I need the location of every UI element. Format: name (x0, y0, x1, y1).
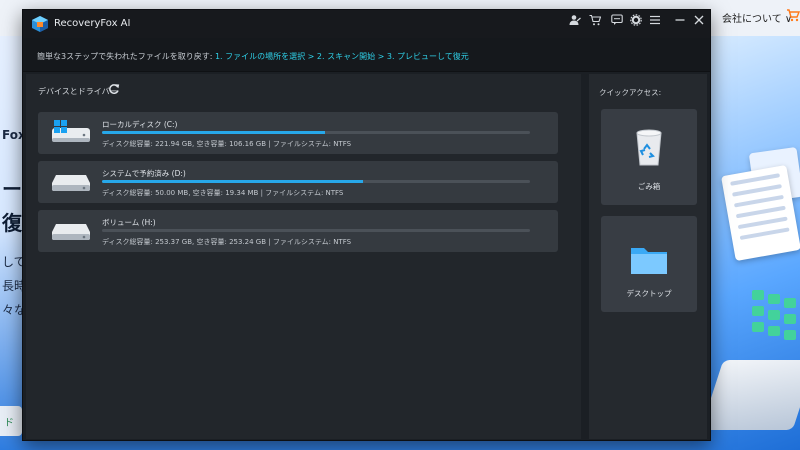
hard-drive-icon (52, 175, 90, 191)
devices-panel: デバイスとドライバー ローカルディスク (C:) ディスク総容量: 221.94… (26, 74, 581, 439)
quick-access-label: ごみ箱 (637, 182, 661, 191)
quick-access-desktop[interactable]: デスクトップ (601, 216, 697, 312)
account-icon[interactable] (566, 14, 584, 32)
drive-name: ボリューム (H:) (102, 218, 156, 227)
drive-name: システムで予約済み (D:) (102, 169, 186, 178)
drive-item-d[interactable]: システムで予約済み (D:) ディスク総容量: 50.00 MB, 空き容量: … (38, 161, 558, 203)
drive-usage-fill (102, 180, 364, 183)
recycle-bin-icon (636, 129, 662, 166)
drive-item-h[interactable]: ボリューム (H:) ディスク総容量: 253.37 GB, 空き容量: 253… (38, 210, 558, 252)
refresh-icon[interactable] (108, 83, 120, 95)
gear-icon[interactable] (627, 14, 645, 32)
website-download-button[interactable]: ド (0, 406, 22, 436)
title-bar: RecoveryFox AI (23, 10, 710, 38)
quick-access-recycle-bin[interactable]: ごみ箱 (601, 109, 697, 205)
drive-info: ディスク総容量: 221.94 GB, 空き容量: 106.16 GB | ファ… (102, 140, 352, 148)
step-intro: 簡単な3ステップで失われたファイルを取り戻す: (37, 52, 215, 61)
step-guide-bar: 簡単な3ステップで失われたファイルを取り戻す: 1. ファイルの場所を選択 > … (23, 38, 710, 72)
minimize-icon[interactable] (671, 14, 689, 32)
quick-access-panel: クイックアクセス: ごみ箱 デスクトップ (589, 74, 707, 439)
illustration-spreadsheet (752, 290, 800, 350)
close-icon[interactable] (690, 14, 708, 32)
step-guide: 簡単な3ステップで失われたファイルを取り戻す: 1. ファイルの場所を選択 > … (37, 51, 469, 62)
devices-title: デバイスとドライバー (38, 87, 118, 96)
app-logo-icon (32, 16, 48, 32)
drive-usage-fill (102, 131, 325, 134)
drive-usage-bar (102, 180, 530, 183)
hard-drive-icon (52, 224, 90, 240)
menu-icon[interactable] (646, 14, 664, 32)
website-nav-company[interactable]: 会社について ∨ (722, 10, 792, 25)
cart-icon[interactable] (586, 14, 604, 32)
drive-name: ローカルディスク (C:) (102, 120, 178, 129)
drive-usage-bar (102, 229, 530, 232)
drive-item-c[interactable]: ローカルディスク (C:) ディスク総容量: 221.94 GB, 空き容量: … (38, 112, 558, 154)
illustration-document (721, 164, 800, 262)
chat-icon[interactable] (608, 14, 626, 32)
step-path: 1. ファイルの場所を選択 > 2. スキャン開始 > 3. プレビューして復元 (214, 52, 469, 61)
app-title: RecoveryFox AI (54, 18, 131, 29)
drive-info: ディスク総容量: 253.37 GB, 空き容量: 253.24 GB | ファ… (102, 238, 352, 246)
quick-access-label: デスクトップ (626, 289, 672, 298)
recoveryfox-window: RecoveryFox AI 簡単な3ステップで失われたファイルを取り戻す: 1… (22, 9, 711, 441)
drive-usage-bar (102, 131, 530, 134)
quick-access-title: クイックアクセス: (599, 88, 662, 97)
drive-info: ディスク総容量: 50.00 MB, 空き容量: 19.34 MB | ファイル… (102, 189, 344, 197)
windows-drive-icon (52, 120, 90, 142)
website-cart-icon[interactable] (786, 8, 800, 26)
folder-icon (631, 248, 667, 274)
